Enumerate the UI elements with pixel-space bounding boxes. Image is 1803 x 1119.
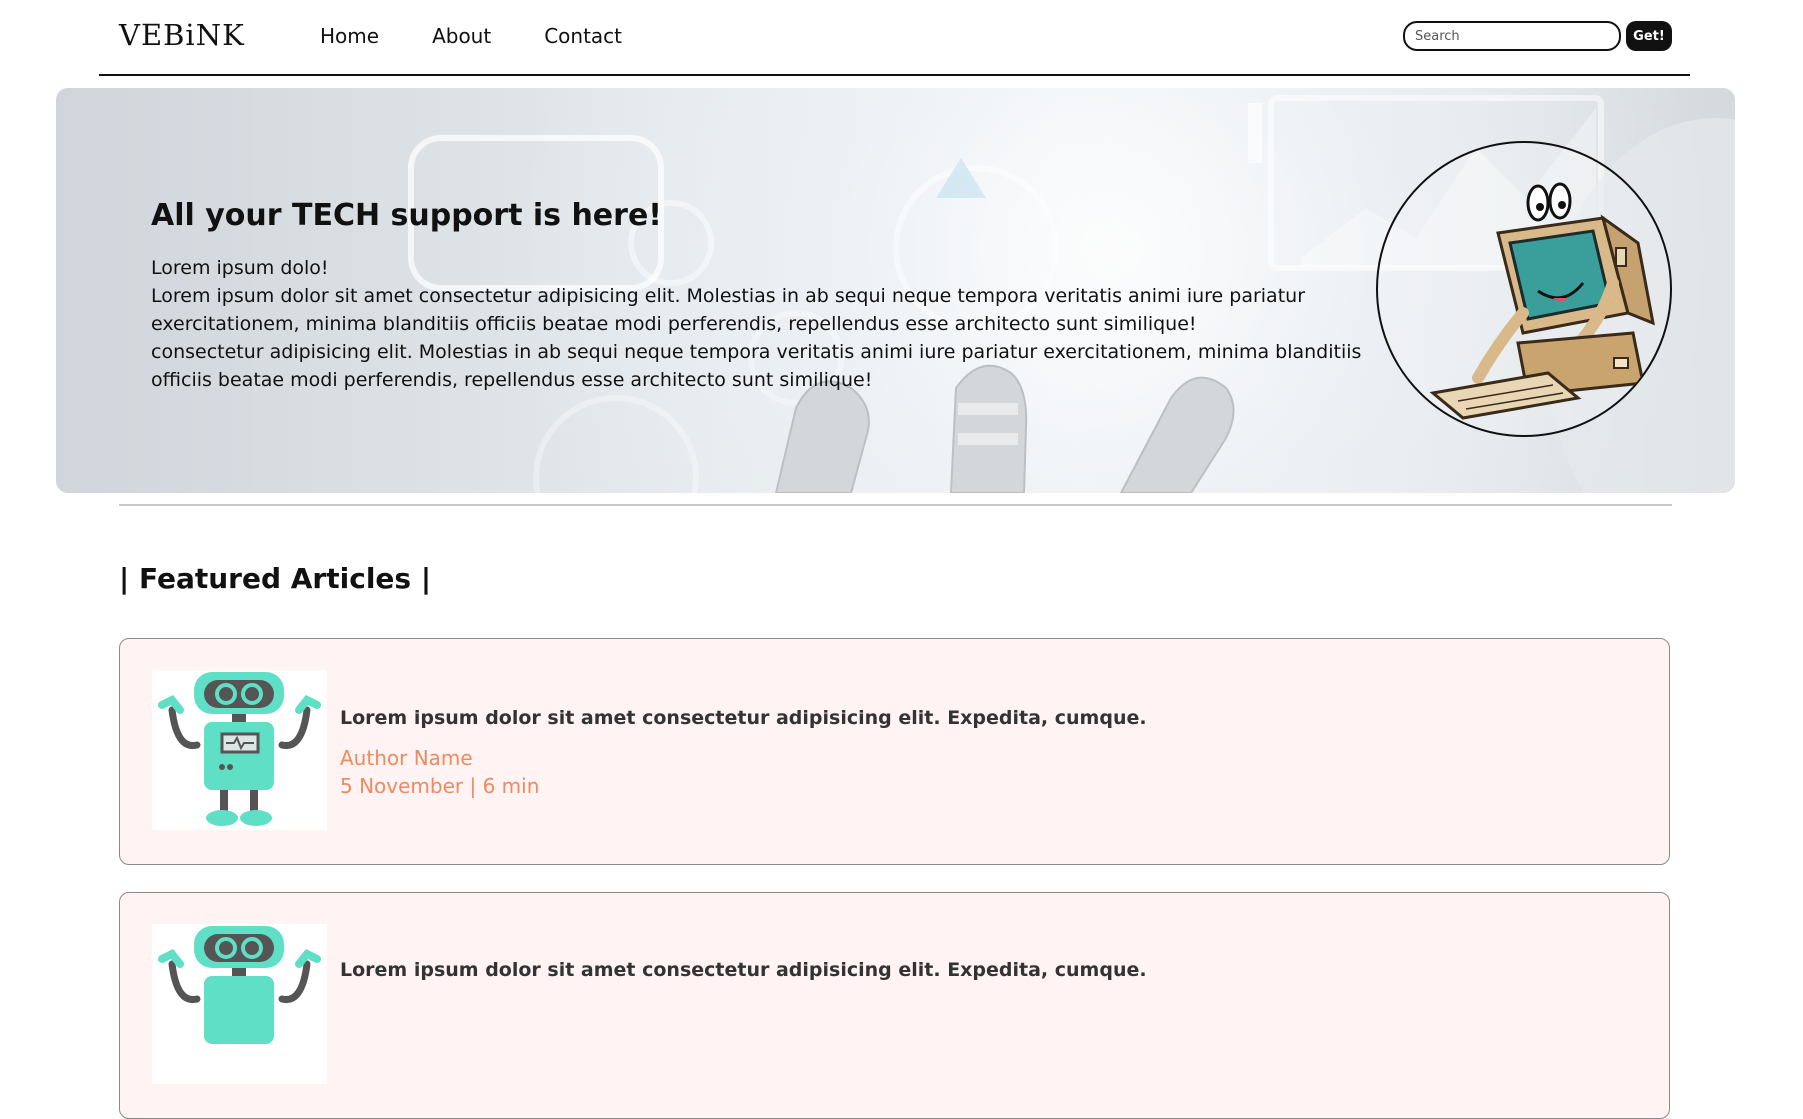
hero-title: All your TECH support is here! [151,198,662,233]
nav-about-link[interactable]: About [432,24,491,48]
hero-banner: All your TECH support is here! Lorem ips… [56,88,1735,493]
article-title[interactable]: Lorem ipsum dolor sit amet consectetur a… [340,959,1147,981]
site-header: VEBiNK Home About Contact Get! [99,0,1690,76]
hero-description: Lorem ipsum dolo! Lorem ipsum dolor sit … [151,254,1401,394]
hero-paragraph: consectetur adipisicing elit. Molestias … [151,341,1362,391]
hero-paragraph: Lorem ipsum dolor sit amet consectetur a… [151,285,1305,335]
article-title[interactable]: Lorem ipsum dolor sit amet consectetur a… [340,707,1147,729]
cartoon-computer-icon [1429,182,1655,420]
main-nav: Home About Contact [320,24,622,48]
robot-icon [158,672,321,826]
article-card[interactable]: Lorem ipsum dolor sit amet consectetur a… [119,638,1670,865]
article-card[interactable]: Lorem ipsum dolor sit amet consectetur a… [119,892,1670,1119]
search-form: Get! [1403,21,1672,51]
nav-contact-link[interactable]: Contact [544,24,622,48]
search-input[interactable] [1403,21,1621,51]
hero-computer-illustration [1376,141,1672,437]
search-button[interactable]: Get! [1626,21,1672,51]
hero-paragraph: Lorem ipsum dolo! [151,257,329,279]
nav-home-link[interactable]: Home [320,24,379,48]
article-date-readtime: 5 November | 6 min [340,774,540,798]
section-divider [119,504,1672,506]
site-logo[interactable]: VEBiNK [119,18,245,52]
featured-articles-heading: | Featured Articles | [119,562,432,595]
robot-icon [158,926,321,1044]
article-thumbnail [152,924,327,1084]
article-thumbnail [152,670,327,830]
article-author: Author Name [340,746,473,770]
